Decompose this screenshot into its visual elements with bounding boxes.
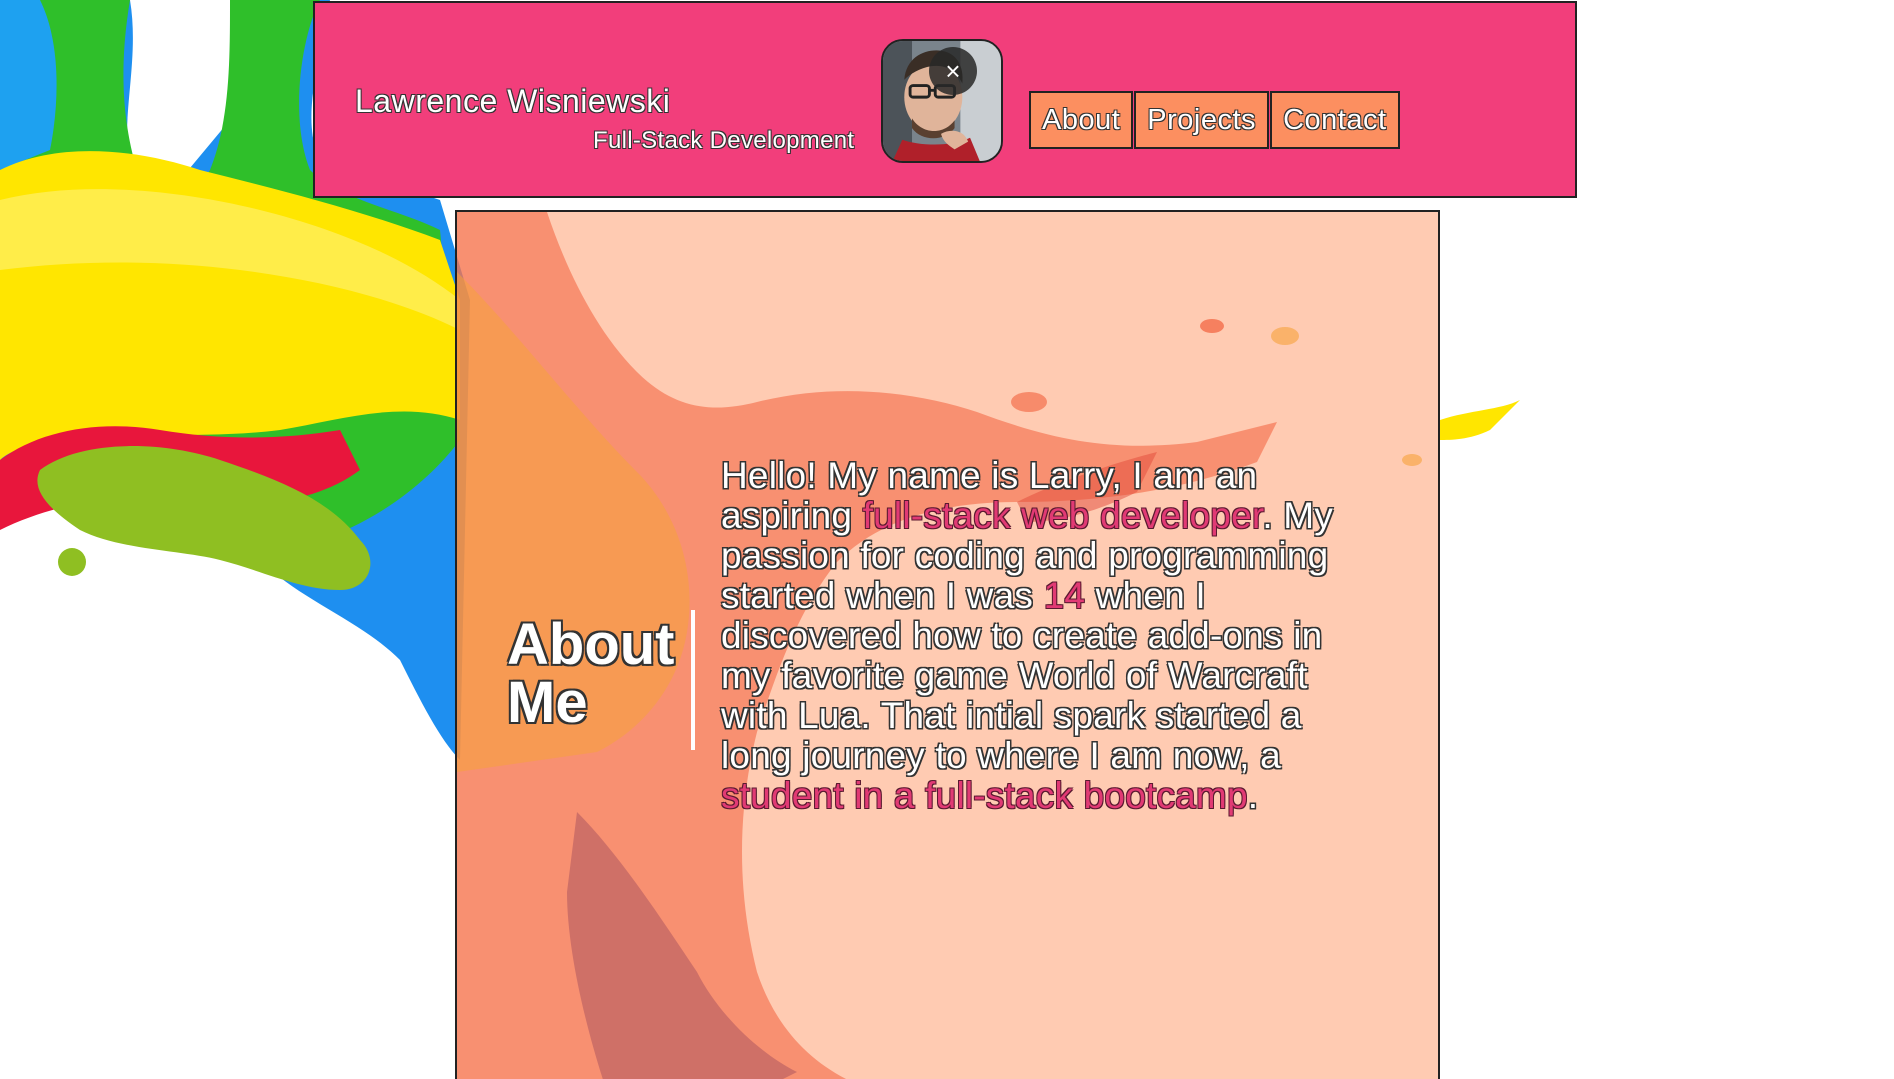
nav-projects-button[interactable]: Projects	[1134, 91, 1270, 149]
main-nav: About Projects Contact	[1029, 91, 1400, 149]
about-paragraph: Hello! My name is Larry, I am an aspirin…	[721, 456, 1371, 816]
site-header: Lawrence Wisniewski Full-Stack Developme…	[313, 1, 1577, 198]
nav-contact-button[interactable]: Contact	[1270, 91, 1400, 149]
about-heading-line1: About	[507, 612, 675, 677]
highlight-bootcamp: student in a full-stack bootcamp	[721, 775, 1248, 816]
highlight-age: 14	[1043, 575, 1086, 616]
about-heading-line2: Me	[507, 670, 588, 735]
about-text-part4: .	[1247, 775, 1259, 816]
about-heading: About Me	[507, 616, 675, 732]
close-icon[interactable]: ×	[929, 47, 977, 95]
nav-about-button[interactable]: About	[1029, 91, 1134, 149]
page: Lawrence Wisniewski Full-Stack Developme…	[0, 0, 1894, 1079]
heading-divider	[691, 610, 695, 750]
about-section: About Me Hello! My name is Larry, I am a…	[455, 210, 1440, 1079]
site-tagline: Full-Stack Development	[593, 127, 855, 154]
site-title: Lawrence Wisniewski	[355, 83, 671, 119]
highlight-role: full-stack web developer	[862, 495, 1263, 536]
